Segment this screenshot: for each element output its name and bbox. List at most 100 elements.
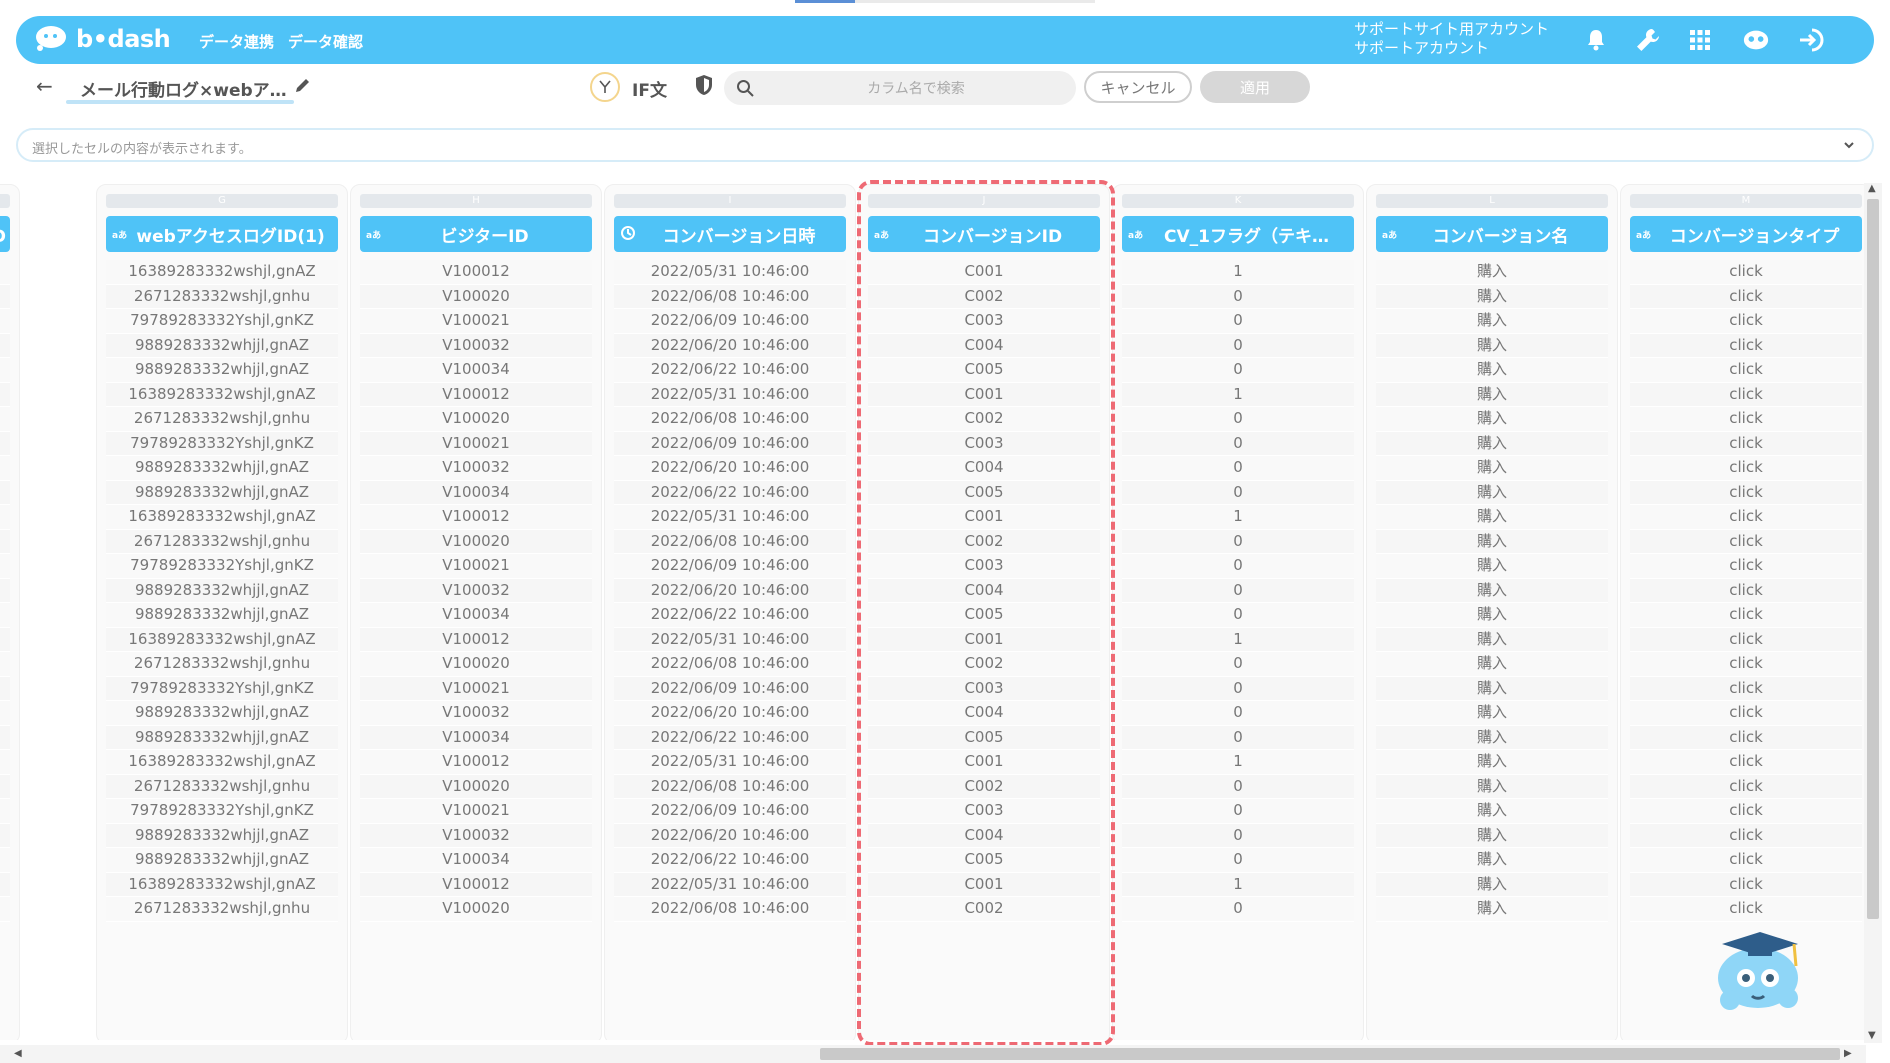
table-cell[interactable]: 0 bbox=[1122, 603, 1354, 628]
table-cell[interactable]: click bbox=[1630, 725, 1862, 750]
table-cell[interactable]: V100032 bbox=[360, 823, 592, 848]
table-cell[interactable]: 0 bbox=[1122, 554, 1354, 579]
table-cell[interactable]: 1 bbox=[1122, 627, 1354, 652]
table-cell[interactable]: 79789283332Yshjl,gnKZ bbox=[106, 309, 338, 334]
table-cell[interactable]: lhj bbox=[0, 554, 10, 579]
table-cell[interactable]: C004 bbox=[868, 823, 1100, 848]
table-cell[interactable]: V100012 bbox=[360, 627, 592, 652]
table-cell[interactable]: 16389283332wshjl,gnAZ bbox=[106, 750, 338, 775]
bdash-logo[interactable]: b•dash bbox=[34, 24, 171, 54]
column-letter[interactable]: M bbox=[1630, 194, 1862, 208]
table-cell[interactable]: lhj bbox=[0, 260, 10, 285]
column-letter[interactable]: I bbox=[614, 194, 846, 208]
table-cell[interactable]: lhj bbox=[0, 799, 10, 824]
table-cell[interactable]: C004 bbox=[868, 578, 1100, 603]
table-cell[interactable]: C005 bbox=[868, 848, 1100, 873]
column-letter[interactable]: J bbox=[868, 194, 1100, 208]
table-cell[interactable]: 2022/06/09 10:46:00 bbox=[614, 799, 846, 824]
table-cell[interactable]: 1 bbox=[1122, 505, 1354, 530]
table-cell[interactable]: 79789283332Yshjl,gnKZ bbox=[106, 799, 338, 824]
nav-data-check[interactable]: データ確認 bbox=[288, 31, 363, 52]
table-cell[interactable]: lhj bbox=[0, 823, 10, 848]
table-cell[interactable]: click bbox=[1630, 652, 1862, 677]
table-cell[interactable]: 購入 bbox=[1376, 358, 1608, 383]
table-cell[interactable]: click bbox=[1630, 676, 1862, 701]
table-cell[interactable]: 2022/06/22 10:46:00 bbox=[614, 848, 846, 873]
table-cell[interactable]: lhj bbox=[0, 358, 10, 383]
table-cell[interactable]: 16389283332wshjl,gnAZ bbox=[106, 260, 338, 285]
table-cell[interactable]: 購入 bbox=[1376, 480, 1608, 505]
table-cell[interactable]: 0 bbox=[1122, 799, 1354, 824]
table-cell[interactable]: 購入 bbox=[1376, 382, 1608, 407]
table-cell[interactable]: V100020 bbox=[360, 529, 592, 554]
table-cell[interactable]: 16389283332wshjl,gnAZ bbox=[106, 872, 338, 897]
scroll-up-arrow-icon[interactable]: ▲ bbox=[1868, 183, 1876, 194]
table-cell[interactable]: 購入 bbox=[1376, 554, 1608, 579]
column-letter[interactable]: H bbox=[360, 194, 592, 208]
table-cell[interactable]: 購入 bbox=[1376, 676, 1608, 701]
table-cell[interactable]: C005 bbox=[868, 358, 1100, 383]
table-cell[interactable]: lhj bbox=[0, 431, 10, 456]
table-cell[interactable]: 2671283332wshjl,gnhu bbox=[106, 897, 338, 922]
table-cell[interactable]: 2022/06/09 10:46:00 bbox=[614, 309, 846, 334]
table-cell[interactable]: 0 bbox=[1122, 284, 1354, 309]
table-cell[interactable]: V100021 bbox=[360, 676, 592, 701]
table-cell[interactable]: lhj bbox=[0, 750, 10, 775]
table-cell[interactable]: C001 bbox=[868, 505, 1100, 530]
table-cell[interactable]: 2022/06/09 10:46:00 bbox=[614, 554, 846, 579]
table-cell[interactable]: 2022/06/20 10:46:00 bbox=[614, 823, 846, 848]
table-cell[interactable]: 1 bbox=[1122, 382, 1354, 407]
table-cell[interactable]: click bbox=[1630, 897, 1862, 922]
if-formula-label[interactable]: IF文 bbox=[632, 76, 667, 101]
table-cell[interactable]: click bbox=[1630, 309, 1862, 334]
mascot-icon[interactable] bbox=[1742, 26, 1770, 54]
table-cell[interactable]: V100034 bbox=[360, 603, 592, 628]
scroll-down-arrow-icon[interactable]: ▼ bbox=[1868, 1030, 1876, 1041]
table-cell[interactable]: 0 bbox=[1122, 774, 1354, 799]
table-cell[interactable]: lhj bbox=[0, 627, 10, 652]
table-cell[interactable]: click bbox=[1630, 382, 1862, 407]
table-cell[interactable]: C004 bbox=[868, 456, 1100, 481]
table-cell[interactable]: click bbox=[1630, 627, 1862, 652]
table-cell[interactable]: V100021 bbox=[360, 309, 592, 334]
vertical-scrollbar[interactable]: ▲ ▼ bbox=[1864, 183, 1882, 1043]
table-cell[interactable]: click bbox=[1630, 578, 1862, 603]
table-cell[interactable]: V100032 bbox=[360, 456, 592, 481]
table-cell[interactable]: 9889283332whjjl,gnAZ bbox=[106, 701, 338, 726]
table-cell[interactable]: V100020 bbox=[360, 652, 592, 677]
table-cell[interactable]: 2022/06/09 10:46:00 bbox=[614, 431, 846, 456]
bell-icon[interactable] bbox=[1582, 26, 1610, 54]
table-cell[interactable]: click bbox=[1630, 431, 1862, 456]
table-cell[interactable]: click bbox=[1630, 480, 1862, 505]
table-cell[interactable]: 0 bbox=[1122, 578, 1354, 603]
table-cell[interactable]: 2022/06/20 10:46:00 bbox=[614, 333, 846, 358]
table-cell[interactable]: 9889283332whjjl,gnAZ bbox=[106, 603, 338, 628]
table-cell[interactable]: 購入 bbox=[1376, 774, 1608, 799]
table-cell[interactable]: V100020 bbox=[360, 284, 592, 309]
table-cell[interactable]: 16389283332wshjl,gnAZ bbox=[106, 505, 338, 530]
table-cell[interactable]: 9889283332whjjl,gnAZ bbox=[106, 725, 338, 750]
table-cell[interactable]: lhj bbox=[0, 725, 10, 750]
scroll-right-arrow-icon[interactable]: ▶ bbox=[1844, 1048, 1852, 1059]
table-cell[interactable]: 2671283332wshjl,gnhu bbox=[106, 652, 338, 677]
table-cell[interactable]: click bbox=[1630, 554, 1862, 579]
column-header[interactable]: コンバージョン日時 bbox=[614, 216, 846, 252]
table-cell[interactable]: 2022/06/20 10:46:00 bbox=[614, 456, 846, 481]
table-cell[interactable]: C003 bbox=[868, 431, 1100, 456]
table-cell[interactable]: click bbox=[1630, 407, 1862, 432]
logout-icon[interactable] bbox=[1798, 26, 1826, 54]
column-letter[interactable]: G bbox=[106, 194, 338, 208]
table-cell[interactable]: 0 bbox=[1122, 652, 1354, 677]
table-cell[interactable]: C001 bbox=[868, 750, 1100, 775]
table-cell[interactable]: C002 bbox=[868, 529, 1100, 554]
table-cell[interactable]: C003 bbox=[868, 554, 1100, 579]
table-cell[interactable]: 0 bbox=[1122, 529, 1354, 554]
back-arrow-icon[interactable]: ← bbox=[36, 74, 53, 98]
table-cell[interactable]: 購入 bbox=[1376, 897, 1608, 922]
table-cell[interactable]: 2022/05/31 10:46:00 bbox=[614, 627, 846, 652]
horizontal-scroll-thumb[interactable] bbox=[820, 1048, 1840, 1060]
table-cell[interactable]: click bbox=[1630, 848, 1862, 873]
table-cell[interactable]: lhj bbox=[0, 505, 10, 530]
column-letter[interactable]: K bbox=[1122, 194, 1354, 208]
column-header[interactable]: aあ CV_1フラグ（テキ… bbox=[1122, 216, 1354, 252]
